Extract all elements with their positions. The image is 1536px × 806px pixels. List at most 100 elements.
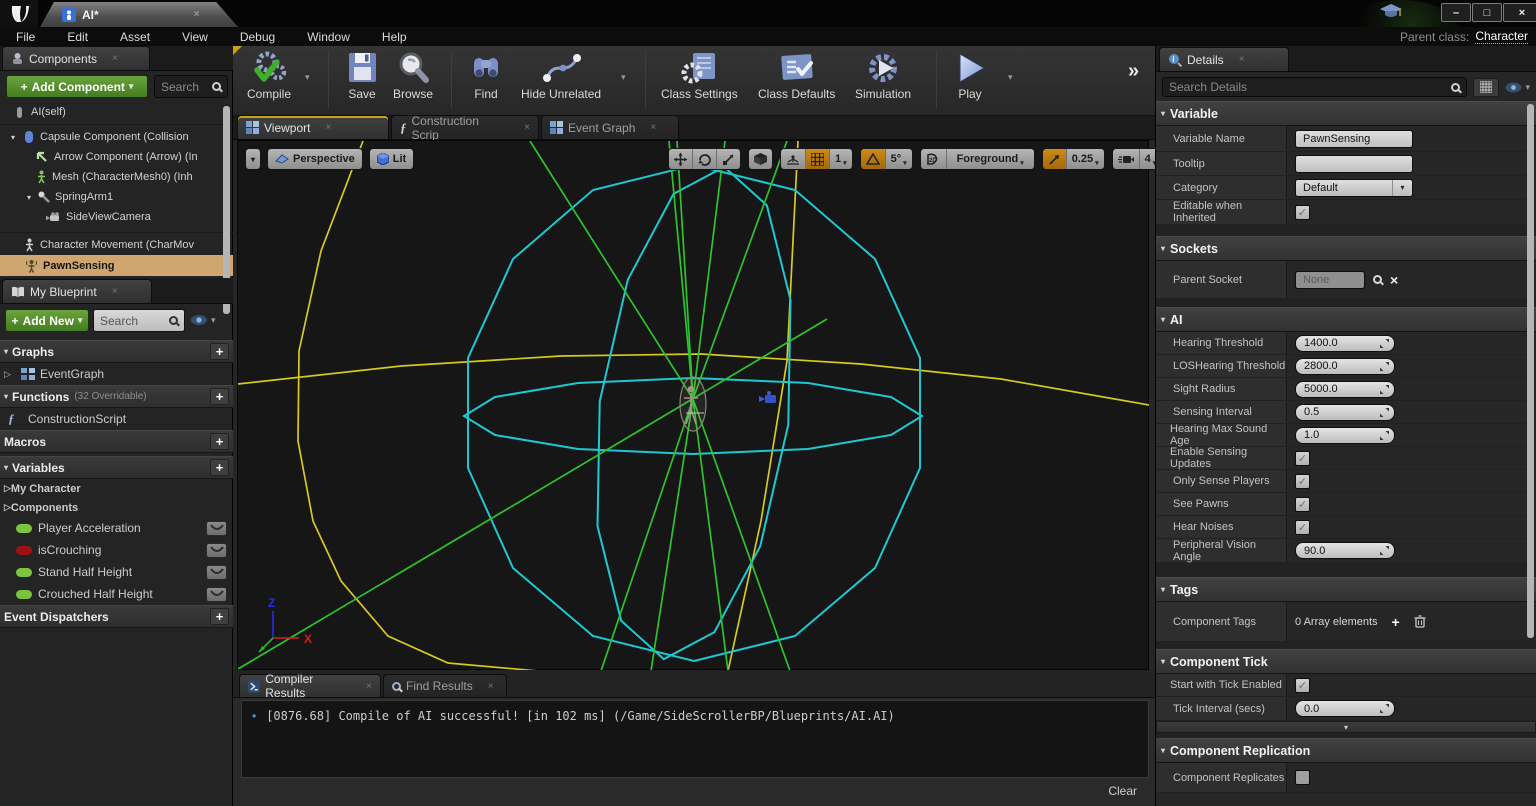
hide-unrelated-caret[interactable]: ▾ [621,72,626,83]
add-function-button[interactable]: + [210,388,229,405]
sight-radius-field[interactable]: 5000.0 [1295,381,1395,398]
variable-row-crouched-half-height[interactable]: Crouched Half Height [0,583,233,605]
expander-icon[interactable]: ▾ [24,193,34,202]
surface-snap-button[interactable] [781,149,805,169]
compile-options-caret[interactable]: ▾ [305,72,310,83]
see-pawns-checkbox[interactable]: ✓ [1295,497,1310,512]
tab-close-icon[interactable]: × [1239,54,1245,65]
add-component-button[interactable]: + Add Component ▾ [6,75,148,98]
macros-header[interactable]: Macros + [0,430,233,453]
variable-visibility-toggle[interactable] [206,587,227,602]
variable-visibility-toggle[interactable] [206,543,227,558]
variable-name-field[interactable]: PawnSensing [1295,130,1413,148]
camera-gizmo[interactable] [759,391,776,403]
myblueprint-search-input[interactable]: Search [93,309,185,332]
peripheral-vision-angle-field[interactable]: 90.0 [1295,542,1395,559]
class-settings-button[interactable]: Class Settings [661,50,738,101]
variable-visibility-toggle[interactable] [206,521,227,536]
asset-tab-ai[interactable]: AI* × [40,2,238,27]
scale-tool-button[interactable] [716,149,740,169]
loshearing-threshold-field[interactable]: 2800.0 [1295,358,1395,375]
constructionscript-row[interactable]: ƒ ConstructionScript [0,408,233,430]
section-component-tick-header[interactable]: ▾ Component Tick [1156,649,1536,674]
add-variable-button[interactable]: + [210,459,229,476]
section-tags-header[interactable]: ▾ Tags [1156,577,1536,602]
rotation-snap-toggle-button[interactable] [861,149,885,169]
start-with-tick-enabled-checkbox[interactable]: ✓ [1295,678,1310,693]
simulation-button[interactable]: Simulation [855,50,911,101]
tab-compiler-results[interactable]: Compiler Results × [239,674,381,697]
socket-search-icon[interactable] [1373,275,1382,284]
character-pawn[interactable] [680,377,706,431]
parent-class-link[interactable]: Character [1475,29,1528,44]
tab-event-graph[interactable]: Event Graph × [541,115,679,139]
browse-button[interactable]: Browse [393,50,433,101]
viewport-3d[interactable]: Z X ▾ Perspective Lit [237,140,1149,670]
graphs-header[interactable]: ▾ Graphs + [0,340,233,363]
rotate-tool-button[interactable] [692,149,716,169]
menu-view[interactable]: View [166,30,224,44]
section-sockets-header[interactable]: ▾ Sockets [1156,236,1536,261]
tab-viewport[interactable]: Viewport × [237,115,389,139]
details-view-options-button[interactable]: ▾ [1505,82,1530,93]
variable-row-stand-half-height[interactable]: Stand Half Height [0,561,233,583]
variable-category-components[interactable]: ▷ Components [0,498,233,517]
property-matrix-button[interactable] [1473,78,1499,97]
add-new-button[interactable]: + Add New ▾ [5,309,89,332]
tick-interval-field[interactable]: 0.0 [1295,700,1395,717]
expander-icon[interactable]: ▷ [4,483,11,494]
tab-my-blueprint[interactable]: My Blueprint × [2,279,152,303]
section-component-replication-header[interactable]: ▾ Component Replication [1156,738,1536,763]
layer-select-button[interactable]: Foreground▾ [946,149,1034,169]
enable-sensing-updates-checkbox[interactable]: ✓ [1295,451,1310,466]
tab-find-results[interactable]: Find Results × [383,674,507,697]
camera-speed-button[interactable] [1113,149,1139,169]
compiler-output-log[interactable]: • [0876.68] Compile of AI successful! [i… [241,700,1149,778]
window-close-button[interactable]: × [1503,3,1536,22]
tooltip-field[interactable] [1295,155,1413,173]
menu-help[interactable]: Help [366,30,423,44]
tree-item-arrow[interactable]: Arrow Component (Arrow) (In [0,147,233,167]
variables-header[interactable]: ▾ Variables + [0,456,233,479]
delete-tags-icon[interactable] [1414,615,1426,628]
hear-noises-checkbox[interactable]: ✓ [1295,520,1310,535]
reset-to-default-icon[interactable] [1380,385,1389,394]
play-options-caret[interactable]: ▾ [1008,72,1013,83]
menu-window[interactable]: Window [291,30,366,44]
reset-to-default-icon[interactable] [1380,431,1389,440]
viewport-options-button[interactable]: ▾ [245,148,261,170]
expander-icon[interactable]: ▾ [8,133,18,142]
find-button[interactable]: Find [468,50,504,101]
compile-button[interactable]: Compile [247,50,291,101]
save-button[interactable]: Save [345,50,379,101]
tutorial-cap-icon[interactable] [1380,4,1402,23]
add-dispatcher-button[interactable]: + [210,608,229,625]
tree-item-mesh[interactable]: Mesh (CharacterMesh0) (Inh [0,167,233,187]
window-maximize-button[interactable]: □ [1472,3,1502,22]
tab-construction-script[interactable]: ƒ Construction Scrip × [391,115,539,139]
world-local-toggle-button[interactable] [749,149,772,169]
reset-to-default-icon[interactable] [1380,546,1389,555]
hearing-threshold-field[interactable]: 1400.0 [1295,335,1395,352]
tab-close-icon[interactable]: × [488,681,494,692]
window-minimize-button[interactable]: – [1441,3,1471,22]
reset-to-default-icon[interactable] [1380,408,1389,417]
only-sense-players-checkbox[interactable]: ✓ [1295,474,1310,489]
variable-visibility-toggle[interactable] [206,565,227,580]
tree-item-pawnsensing[interactable]: PawnSensing [0,255,233,276]
tab-close-icon[interactable]: × [112,286,118,297]
variable-category-my-character[interactable]: ▷ My Character [0,479,233,498]
add-graph-button[interactable]: + [210,343,229,360]
components-search-input[interactable]: Search [154,75,228,98]
2d-mode-button[interactable]: 2D [921,149,946,169]
reset-to-default-icon[interactable] [1380,704,1389,713]
menu-edit[interactable]: Edit [51,30,104,44]
category-dropdown[interactable]: Default ▾ [1295,179,1413,197]
tab-close-icon[interactable]: × [194,9,200,20]
event-dispatchers-header[interactable]: Event Dispatchers + [0,605,233,628]
editable-when-inherited-checkbox[interactable]: ✓ [1295,205,1310,220]
grid-snap-toggle-button[interactable] [805,149,829,169]
tab-close-icon[interactable]: × [325,122,331,133]
tab-close-icon[interactable]: × [366,681,372,692]
tree-item-springarm[interactable]: ▾ SpringArm1 [0,187,233,207]
